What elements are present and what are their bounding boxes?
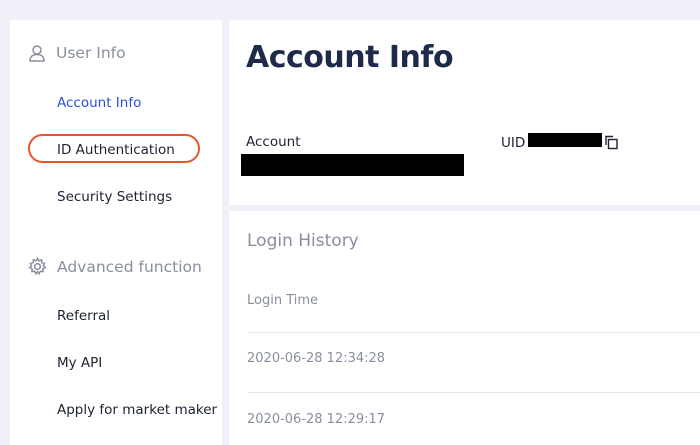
table-row: 2020-06-28 12:29:17 — [247, 412, 386, 427]
sidebar-item-label: My API — [57, 355, 103, 371]
sidebar-item-security-settings[interactable]: Security Settings — [57, 189, 172, 205]
user-info-header-label: User Info — [56, 44, 126, 62]
login-time-column-header: Login Time — [247, 293, 319, 308]
account-info-card: Account Info Account UID — [229, 20, 700, 205]
account-value-redacted — [241, 154, 464, 176]
login-history-card: Login History Login Time 2020-06-28 12:3… — [229, 211, 700, 445]
sidebar-item-label: Account Info — [57, 95, 142, 111]
page-title: Account Info — [246, 40, 454, 75]
row-divider — [247, 392, 700, 393]
sidebar-item-account-info[interactable]: Account Info — [57, 95, 141, 111]
sidebar: User Info Account Info ID Authentication… — [10, 20, 222, 445]
sidebar-item-label: ID Authentication — [57, 142, 175, 158]
uid-value-redacted — [528, 133, 602, 147]
copy-icon[interactable] — [603, 134, 619, 154]
table-row: 2020-06-28 12:34:28 — [247, 351, 386, 366]
account-label: Account — [246, 134, 301, 150]
user-info-header: User Info — [28, 44, 126, 62]
login-history-title: Login History — [247, 231, 359, 251]
sidebar-item-id-authentication[interactable]: ID Authentication — [57, 142, 175, 158]
sidebar-item-referral[interactable]: Referral — [57, 308, 110, 324]
sidebar-item-label: Apply for market maker — [57, 402, 218, 418]
user-icon — [29, 45, 45, 62]
advanced-function-header-label: Advanced function — [57, 257, 202, 276]
sidebar-item-apply-market-maker[interactable]: Apply for market maker — [57, 402, 217, 418]
sidebar-item-my-api[interactable]: My API — [57, 355, 102, 371]
row-divider — [247, 332, 700, 333]
gear-icon — [28, 257, 47, 276]
advanced-function-header: Advanced function — [28, 257, 202, 276]
sidebar-item-label: Security Settings — [57, 189, 173, 205]
sidebar-item-label: Referral — [57, 308, 111, 324]
uid-label: UID — [501, 135, 526, 151]
